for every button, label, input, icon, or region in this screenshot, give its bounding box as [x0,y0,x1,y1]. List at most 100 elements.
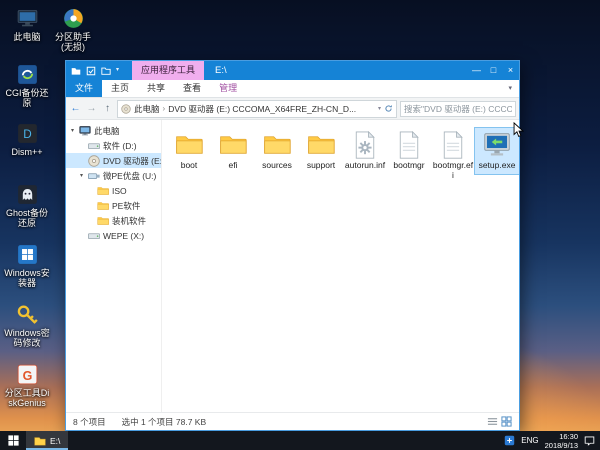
desktop-icon-dism[interactable]: DDism++ [4,121,50,157]
action-center-icon[interactable] [584,435,595,446]
system-tray: ENG 16:30 2018/9/13 [504,431,600,450]
folder-icon [97,200,109,212]
address-dropdown-icon[interactable]: ▾ [378,105,381,112]
nav-item-label: PE软件 [112,200,140,212]
desktop-icon-diskgenius[interactable]: G分区工具DiskGenius [4,362,50,409]
file-item[interactable]: setup.exe [475,128,519,174]
file-item[interactable]: bootmgr.efi [431,128,475,184]
file-item[interactable]: support [299,128,343,174]
dvd-drive-icon [121,104,131,114]
clock[interactable]: 16:30 2018/9/13 [545,432,578,450]
folder-icon [97,185,109,197]
address-bar[interactable]: 此电脑 › DVD 驱动器 (E:) CCCOMA_X64FRE_ZH-CN_D… [117,100,397,118]
context-tab-app-tools[interactable]: 应用程序工具 [132,61,204,80]
desktop-icon-label: 分区工具DiskGenius [4,388,50,409]
nav-item-label: 软件 (D:) [103,140,137,152]
nav-item-label: ISO [112,186,127,196]
folder-icon [97,215,109,227]
start-button[interactable] [0,431,26,450]
file-item[interactable]: bootmgr [387,128,431,174]
file-item[interactable]: boot [167,128,211,174]
up-button[interactable]: ↑ [101,103,114,114]
dvd-icon [88,155,100,167]
usb-icon [88,170,100,182]
chevron-expanded-icon[interactable]: ▾ [78,172,85,179]
breadcrumb-computer[interactable]: 此电脑 [134,103,160,115]
status-item-count: 8 个项目 [73,416,106,428]
tab-share[interactable]: 共享 [138,80,174,97]
this-pc-icon [15,6,40,31]
nav-item[interactable]: DVD 驱动器 (E:) CC [66,153,161,168]
computer-icon [79,125,91,137]
quick-access-chevron-icon[interactable]: ▾ [116,61,119,80]
window-title: E:\ [215,65,227,76]
tab-home[interactable]: 主页 [102,80,138,97]
nav-item[interactable]: WEPE (X:) [66,228,161,243]
desktop-icon-this-pc[interactable]: 此电脑 [4,6,50,42]
quick-access-newfolder-icon[interactable] [101,66,111,76]
minimize-button[interactable]: — [468,61,485,80]
desktop-icon-label: Windows密码修改 [4,328,50,349]
file-item[interactable]: autorun.inf [343,128,387,174]
desktop-icon-ghost-backup[interactable]: Ghost备份还原 [4,182,50,229]
forward-button[interactable]: → [85,103,98,114]
breadcrumb-separator: › [163,104,166,113]
tab-manage[interactable]: 管理 [210,80,246,97]
nav-item[interactable]: ▾微PE优盘 (U:) [66,168,161,183]
file-item[interactable]: sources [255,128,299,174]
nav-item[interactable]: 装机软件 [66,213,161,228]
desktop-icon-label: CGI备份还原 [4,88,50,109]
chevron-expanded-icon[interactable]: ▾ [69,127,76,134]
refresh-icon[interactable] [384,104,393,113]
dism-icon: D [15,121,40,146]
time: 16:30 [559,432,578,441]
nav-item[interactable]: PE软件 [66,198,161,213]
language-indicator[interactable]: ENG [521,436,538,445]
drive-icon [88,230,100,242]
icons-view-button[interactable] [501,416,512,427]
address-row: ← → ↑ 此电脑 › DVD 驱动器 (E:) CCCOMA_X64FRE_Z… [66,98,519,120]
nav-item[interactable]: ISO [66,183,161,198]
nav-item[interactable]: ▾ 此电脑 [66,123,161,138]
file-name: bootmgr.efi [432,161,474,181]
ribbon-tabs: 文件主页共享查看管理 ▾ [66,80,519,98]
taskbar-task-explorer[interactable]: E:\ [26,431,68,450]
maximize-button[interactable]: □ [485,61,502,80]
breadcrumb-current[interactable]: DVD 驱动器 (E:) CCCOMA_X64FRE_ZH-CN_D... [168,103,356,115]
file-name: bootmgr [393,161,424,171]
file-item[interactable]: efi [211,128,255,174]
explorer-app-icon [71,66,81,76]
file-list: boot efi sources support autorun.inf bootmgr b… [162,120,519,412]
titlebar[interactable]: ▾ 应用程序工具 E:\ — □ × [66,61,519,80]
desktop-icon-cgi-backup[interactable]: CGI备份还原 [4,62,50,109]
file-name: efi [229,161,238,171]
nav-item-label: DVD 驱动器 (E:) CC [103,155,161,167]
file-name: autorun.inf [345,161,385,171]
desktop-icon-partition-assistant[interactable]: 分区助手(无损) [50,6,96,53]
details-view-button[interactable] [487,416,498,427]
date: 2018/9/13 [545,441,578,450]
ghost-backup-icon [15,182,40,207]
status-bar: 8 个项目 选中 1 个项目 78.7 KB [66,412,519,430]
file-name: boot [181,161,198,171]
desktop-icon-label: 分区助手(无损) [50,32,96,53]
desktop-icon-windows-installer[interactable]: Windows安装器 [4,242,50,289]
close-button[interactable]: × [502,61,519,80]
tray-app-icon[interactable] [504,435,515,446]
tab-view[interactable]: 查看 [174,80,210,97]
nav-item-label: 此电脑 [94,125,120,137]
desktop-icon-windows-password[interactable]: Windows密码修改 [4,302,50,349]
partition-assistant-icon [61,6,86,31]
ribbon-expand-chevron-icon[interactable]: ▾ [501,80,519,97]
navigation-pane: ▾ 此电脑软件 (D:) DVD 驱动器 (E:) CC▾微PE优盘 (U:) ISO… [66,120,162,412]
quick-access-properties-icon[interactable] [86,66,96,76]
windows-password-icon [15,302,40,327]
file-name: setup.exe [479,161,516,171]
file-name: support [307,161,335,171]
windows-installer-icon [15,242,40,267]
file-icon [438,130,468,160]
nav-item[interactable]: 软件 (D:) [66,138,161,153]
tab-file[interactable]: 文件 [66,80,102,97]
back-button[interactable]: ← [69,103,82,114]
search-input[interactable] [400,101,516,117]
